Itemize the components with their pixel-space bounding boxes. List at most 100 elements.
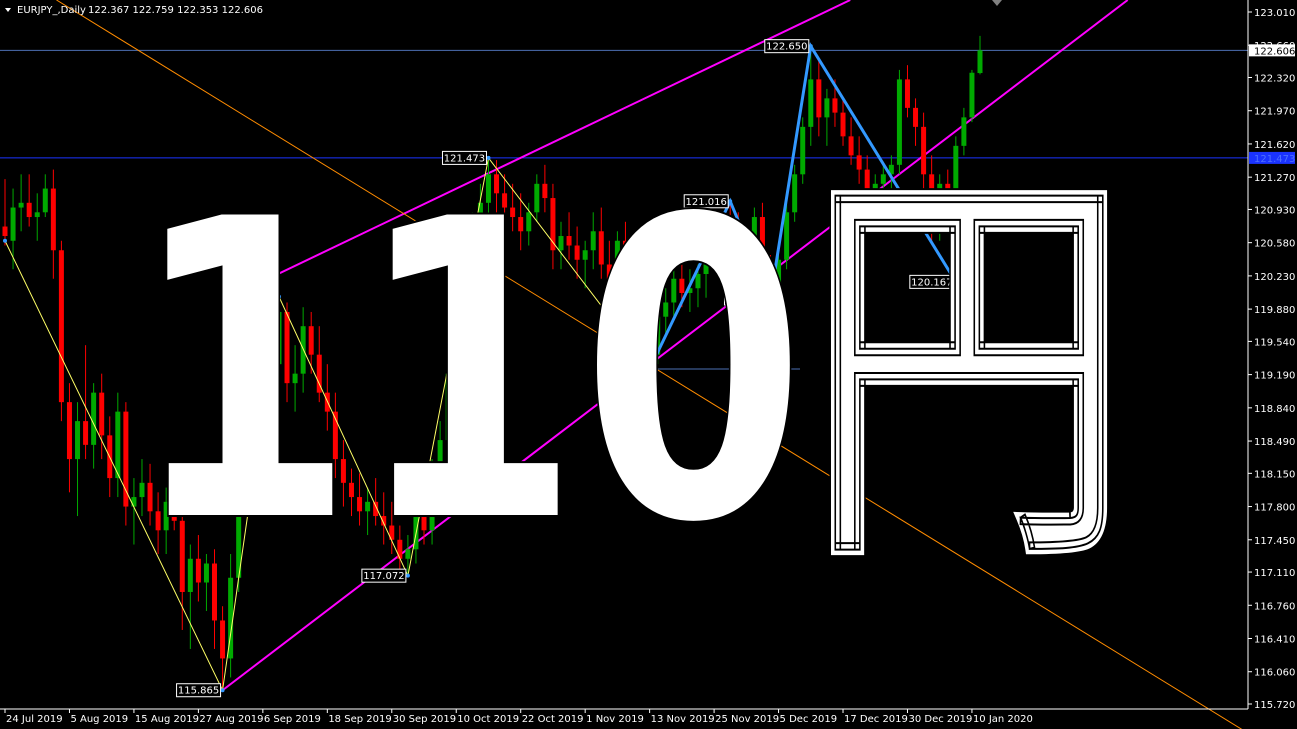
y-tick-label: 117.450	[1254, 536, 1295, 547]
y-tick-label: 120.230	[1254, 272, 1295, 283]
candle-body	[99, 392, 105, 436]
y-tick: 118.840	[1248, 404, 1295, 415]
y-tick-label: 118.840	[1254, 404, 1295, 415]
price-chart[interactable]: 115.865120.011117.072121.473119.249121.0…	[0, 0, 1297, 729]
y-tick-label: 118.150	[1254, 469, 1295, 480]
y-tick: 116.760	[1248, 601, 1295, 612]
x-tick-label: 18 Sep 2019	[328, 714, 391, 725]
x-tick-label: 25 Nov 2019	[715, 714, 779, 725]
pivot-label-text: 115.865	[178, 686, 219, 697]
x-tick-label: 30 Dec 2019	[908, 714, 972, 725]
y-tick: 116.410	[1248, 635, 1295, 646]
y-tick: 120.930	[1248, 205, 1295, 216]
y-tick-label: 122.320	[1254, 73, 1295, 84]
x-tick-label: 13 Nov 2019	[651, 714, 715, 725]
chart-header: EURJPY_,Daily 122.367 122.759 122.353 12…	[5, 5, 263, 16]
candle-body	[2, 226, 8, 237]
x-tick-label: 6 Sep 2019	[264, 714, 321, 725]
candle-body	[808, 79, 814, 127]
x-tick-label: 17 Dec 2019	[844, 714, 908, 725]
x-tick-label: 10 Oct 2019	[457, 714, 519, 725]
x-tick-label: 27 Aug 2019	[199, 714, 263, 725]
candle-body	[832, 98, 838, 113]
y-tick: 117.800	[1248, 503, 1295, 514]
x-tick-label: 22 Oct 2019	[522, 714, 584, 725]
y-tick: 118.490	[1248, 437, 1295, 448]
ohlc-values: 122.367 122.759 122.353 122.606	[88, 5, 263, 16]
candle-body	[123, 411, 129, 507]
y-tick-label: 119.190	[1254, 371, 1295, 382]
y-tick: 120.230	[1248, 272, 1295, 283]
y-tick-label: 119.880	[1254, 305, 1295, 316]
zigzag-point	[3, 238, 7, 243]
y-tick: 121.270	[1248, 173, 1295, 184]
price-tag-text: 122.606	[1254, 46, 1295, 57]
candle-body	[50, 188, 56, 251]
pivot-label[interactable]: 115.865	[176, 683, 222, 698]
candle-body	[824, 98, 830, 118]
y-tick: 119.880	[1248, 305, 1295, 316]
y-tick-label: 120.580	[1254, 239, 1295, 250]
candle-body	[977, 50, 983, 74]
overlay-caption: 110円	[130, 131, 1130, 614]
y-tick: 117.110	[1248, 568, 1295, 579]
zigzag-point	[808, 44, 813, 49]
y-tick: 115.720	[1248, 700, 1295, 711]
candle-body	[26, 202, 32, 218]
price-tag-text: 121.473	[1254, 154, 1295, 165]
candle-body	[34, 212, 40, 218]
y-tick-label: 115.720	[1254, 700, 1295, 711]
y-tick-label: 121.270	[1254, 173, 1295, 184]
candle-body	[75, 421, 81, 460]
x-tick-label: 5 Dec 2019	[780, 714, 838, 725]
x-tick-label: 24 Jul 2019	[6, 714, 63, 725]
candle-body	[904, 79, 910, 108]
y-tick: 122.320	[1248, 73, 1295, 84]
x-tick-label: 1 Nov 2019	[586, 714, 644, 725]
y-tick-label: 121.970	[1254, 107, 1295, 118]
candle-body	[83, 421, 89, 445]
x-tick-label: 15 Aug 2019	[135, 714, 199, 725]
candle-body	[913, 107, 919, 127]
y-tick-label: 116.410	[1254, 635, 1295, 646]
candle-body	[220, 620, 226, 659]
candle-body	[18, 202, 24, 208]
y-tick-label: 116.760	[1254, 601, 1295, 612]
candle-body	[115, 411, 121, 479]
y-tick-label: 120.930	[1254, 205, 1295, 216]
y-tick-label: 117.800	[1254, 503, 1295, 514]
zigzag-point	[220, 688, 225, 693]
x-tick-label: 5 Aug 2019	[70, 714, 128, 725]
y-tick-label: 119.540	[1254, 337, 1295, 348]
y-tick-label: 118.490	[1254, 437, 1295, 448]
candle-body	[816, 79, 822, 118]
candle-body	[969, 72, 975, 118]
y-tick-label: 121.620	[1254, 140, 1295, 151]
x-tick-label: 10 Jan 2020	[973, 714, 1033, 725]
x-tick-label: 30 Sep 2019	[393, 714, 456, 725]
y-tick: 121.620	[1248, 140, 1295, 151]
price-tag-resistance: 121.473	[1249, 151, 1295, 165]
price-tag-current: 122.606	[1249, 44, 1295, 57]
symbol-label: EURJPY_,Daily	[17, 5, 86, 16]
y-tick-label: 117.110	[1254, 568, 1295, 579]
y-tick: 119.540	[1248, 337, 1295, 348]
y-tick-label: 123.010	[1254, 8, 1295, 19]
y-tick: 120.580	[1248, 239, 1295, 250]
candle	[58, 240, 64, 422]
candle-body	[10, 207, 16, 241]
pivot-label-text: 122.650	[766, 42, 807, 53]
y-tick: 123.010	[1248, 8, 1295, 19]
candle-body	[91, 392, 97, 445]
y-tick: 116.060	[1248, 668, 1295, 679]
pivot-label[interactable]: 122.650	[764, 39, 810, 54]
candle-body	[42, 188, 48, 213]
candle	[969, 69, 975, 123]
y-tick: 118.150	[1248, 469, 1295, 480]
y-tick: 119.190	[1248, 371, 1295, 382]
y-tick: 117.450	[1248, 536, 1295, 547]
y-tick: 121.970	[1248, 107, 1295, 118]
candle-body	[66, 402, 72, 460]
candle-body	[58, 250, 64, 403]
y-tick-label: 116.060	[1254, 668, 1295, 679]
